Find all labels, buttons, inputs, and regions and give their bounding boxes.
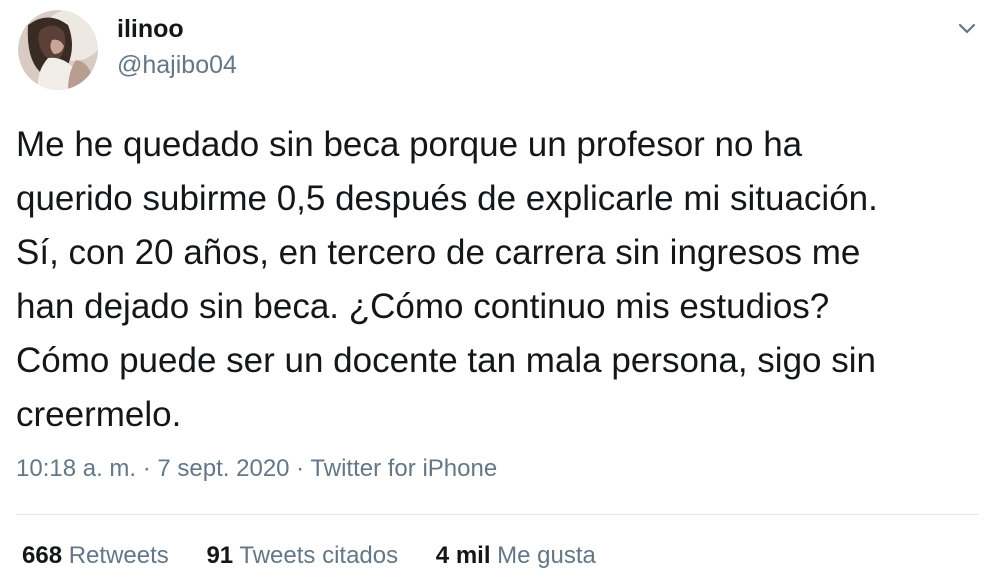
retweets-label: Retweets [68,542,169,569]
retweets-count: 668 [22,542,63,569]
tweet-time[interactable]: 10:18 a. m. [16,455,136,482]
likes-stat[interactable]: 4 mil Me gusta [436,538,596,574]
avatar[interactable] [18,10,98,90]
quote-tweets-count: 91 [206,542,234,569]
likes-count: 4 mil [435,542,491,569]
tweet-card: ilinoo @hajibo04 Me he quedado sin beca … [0,0,988,588]
tweet-date[interactable]: 7 sept. 2020 [157,455,289,482]
tweet-meta: 10:18 a. m. · 7 sept. 2020 · Twitter for… [16,452,497,486]
author-name[interactable]: ilinoo [117,14,184,44]
quote-tweets-stat[interactable]: 91 Tweets citados [206,538,398,574]
tweet-source[interactable]: Twitter for iPhone [310,455,497,482]
retweets-stat[interactable]: 668 Retweets [22,538,169,574]
tweet-text: Me he quedado sin beca porque un profeso… [16,125,878,434]
profile-photo-icon [18,10,98,90]
meta-separator: · [136,455,158,482]
chevron-down-icon[interactable] [952,14,982,44]
meta-separator: · [289,455,311,482]
divider [16,514,978,515]
author-handle[interactable]: @hajibo04 [117,50,237,80]
quote-tweets-label: Tweets citados [239,542,399,569]
tweet-stats: 668 Retweets 91 Tweets citados 4 mil Me … [22,538,627,574]
likes-label: Me gusta [497,542,596,569]
